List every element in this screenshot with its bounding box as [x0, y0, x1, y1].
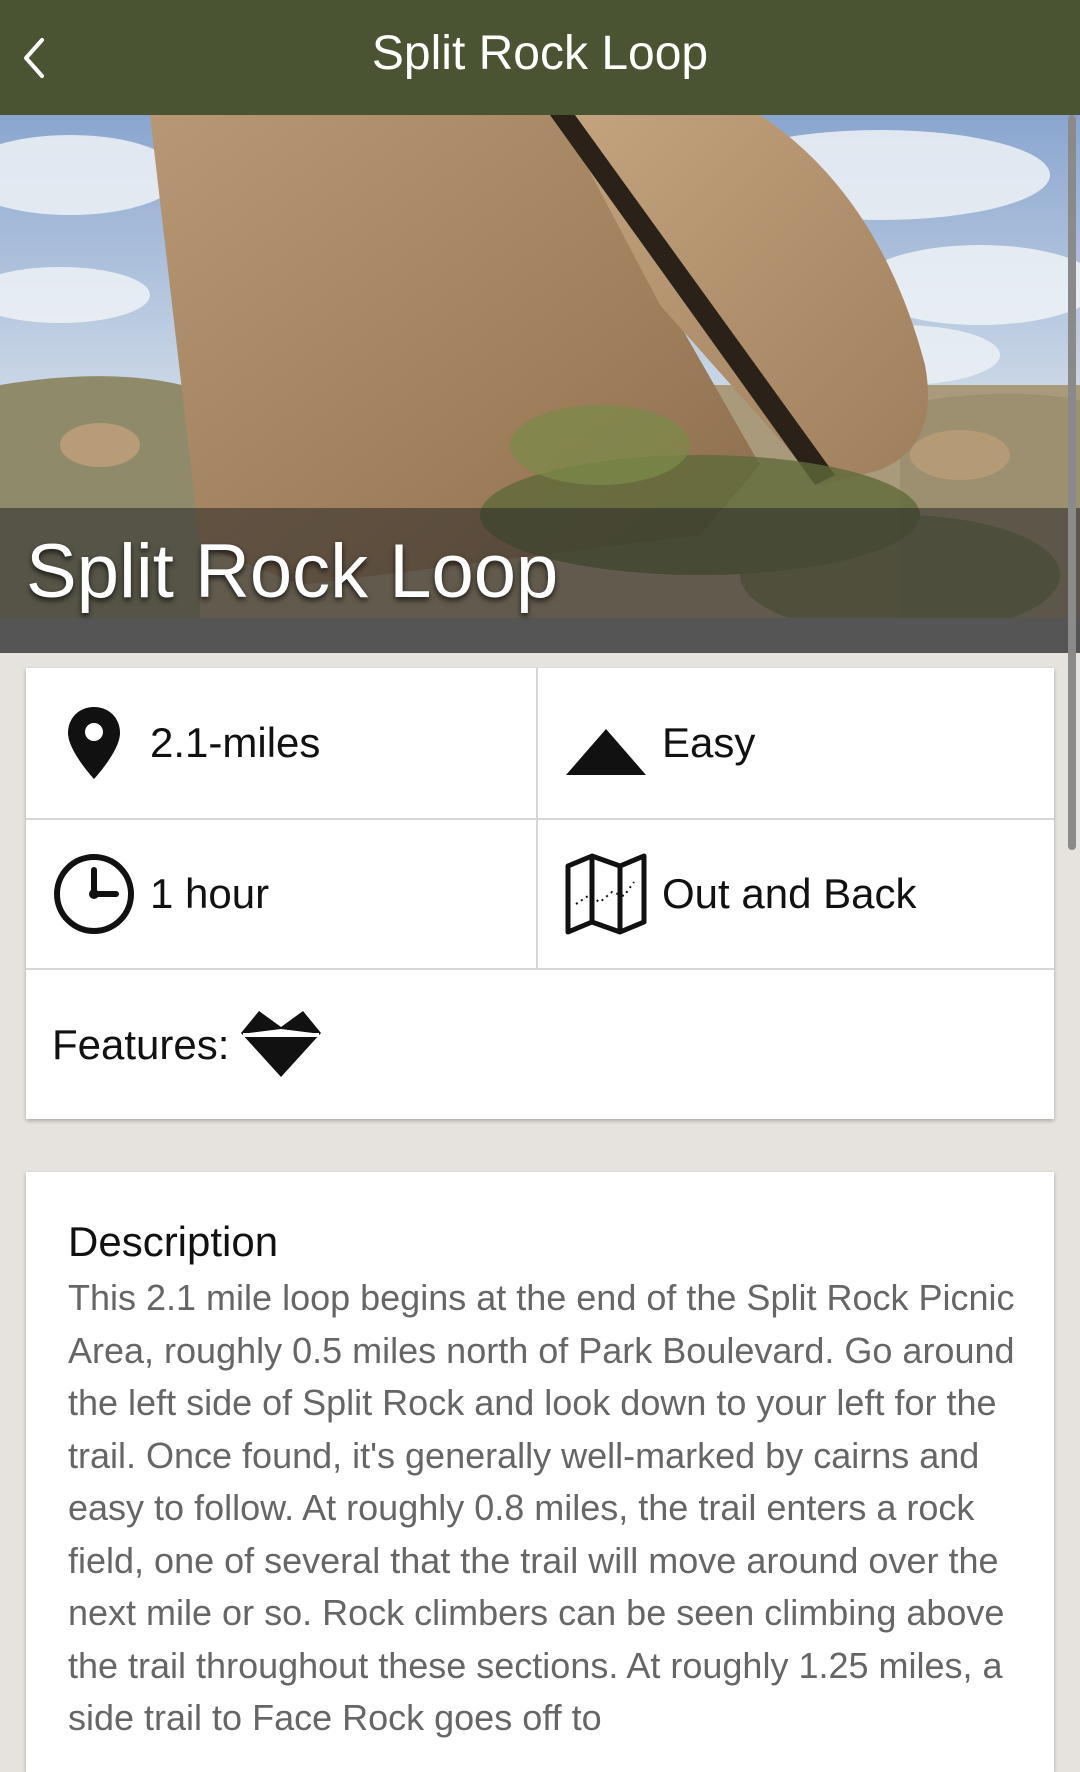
duration-cell: 1 hour: [26, 820, 538, 970]
features-label: Features:: [52, 1020, 230, 1068]
mountain-icon: [566, 729, 646, 775]
difficulty-cell: Easy: [538, 668, 1054, 820]
features-cell: Features:: [26, 970, 1054, 1119]
description-heading: Description: [68, 1218, 279, 1265]
scrollbar[interactable]: [1068, 115, 1076, 850]
hero-bottom-strip: [0, 618, 1080, 653]
route-type-cell: Out and Back: [538, 820, 1054, 970]
distance-cell: 2.1-miles: [26, 668, 538, 820]
distance-value: 2.1-miles: [150, 719, 321, 766]
route-type-value: Out and Back: [662, 870, 917, 917]
page-title: Split Rock Loop: [371, 27, 709, 80]
hero-image: Split Rock Loop: [0, 115, 1080, 653]
folded-map-icon: [565, 853, 647, 935]
hero-title: Split Rock Loop: [26, 529, 559, 614]
app-header: Split Rock Loop: [0, 0, 1080, 115]
clock-icon: [54, 854, 134, 934]
duration-value: 1 hour: [150, 870, 270, 917]
difficulty-value: Easy: [662, 719, 756, 766]
map-pin-icon: [68, 707, 120, 779]
description-body: This 2.1 mile loop begins at the end of …: [68, 1277, 1015, 1738]
trail-stats-card: 2.1-miles Easy 1 hour Out and Back Featu…: [26, 668, 1054, 1119]
heart-feature-icon: [241, 1010, 322, 1077]
description-card: Description This 2.1 mile loop begins at…: [26, 1172, 1054, 1772]
